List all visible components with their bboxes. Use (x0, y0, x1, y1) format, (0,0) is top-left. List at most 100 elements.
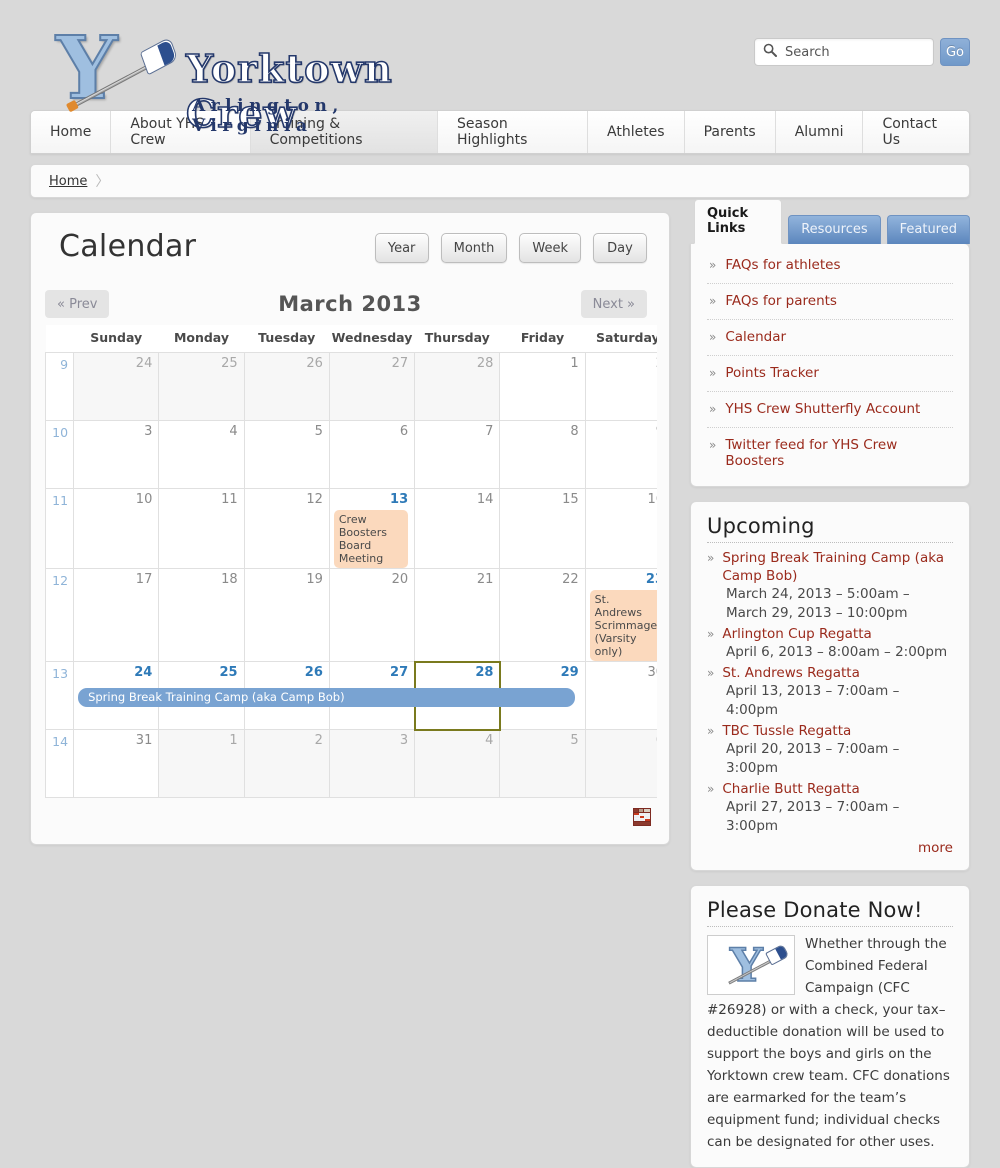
quick-link-label: FAQs for parents (725, 293, 837, 309)
calendar-day-cell[interactable]: 1 (158, 729, 245, 798)
weekday-header-sunday: Sunday (73, 325, 159, 353)
calendar-week-row: 9 24 25 26 27 28 12 (45, 352, 657, 421)
calendar-day-cell[interactable]: 19 (243, 568, 330, 662)
calendar-day-cell[interactable]: 2 (584, 352, 657, 421)
view-week-button[interactable]: Week (519, 233, 581, 263)
search-input[interactable] (783, 43, 925, 61)
weekday-header-friday: Friday (499, 325, 586, 353)
site-logo[interactable]: Y Yorktown Crew Arlington, Virginia (38, 22, 438, 137)
calendar-day-cell[interactable]: 16 (584, 488, 657, 569)
calendar-day-number: 4 (229, 424, 238, 439)
quick-link-calendar[interactable]: » Calendar (707, 320, 953, 356)
nav-item-alumni[interactable]: Alumni (775, 111, 864, 153)
calendar-day-cell[interactable]: 24 Spring Break Training Camp (aka Camp B… (73, 661, 576, 730)
calendar-day-cell[interactable]: 17 (73, 568, 160, 662)
calendar-event[interactable]: Crew Boosters Board Meeting (333, 510, 409, 568)
calendar-day-cell[interactable]: 24 (73, 352, 160, 421)
calendar-day-cell[interactable]: 23 St. Andrews Scrimmage (Varsity only) (584, 568, 657, 662)
tab-featured[interactable]: Featured (886, 215, 970, 244)
calendar-day-cell[interactable]: 18 (158, 568, 245, 662)
chevron-right-icon: » (707, 627, 715, 641)
chevron-right-icon: » (709, 258, 717, 272)
quick-link-label: Calendar (725, 329, 787, 345)
search-box[interactable] (754, 38, 934, 66)
week-number[interactable]: 14 (45, 729, 75, 798)
calendar-day-cell[interactable]: 27 (328, 352, 416, 421)
nav-item-season-highlights[interactable]: Season Highlights (437, 111, 588, 153)
calendar-day-cell[interactable]: 5 (243, 420, 330, 489)
breadcrumb-item-home[interactable]: Home (49, 174, 87, 189)
upcoming-event: » Arlington Cup Regatta April 6, 2013 – 8:… (707, 625, 953, 662)
view-year-button[interactable]: Year (374, 233, 429, 263)
calendar-day-cell[interactable]: 2 (243, 729, 330, 798)
calendar-day-cell[interactable]: 6 (328, 420, 416, 489)
calendar-day-cell[interactable]: 15 (499, 488, 586, 569)
calendar-multiday-event[interactable]: Spring Break Training Camp (aka Camp Bob… (78, 688, 576, 707)
calendar-week-row: 10 3 4 5 6 7 89 (45, 420, 657, 489)
upcoming-event-name[interactable]: Spring Break Training Camp (aka Camp Bob… (722, 549, 953, 585)
upcoming-event-name[interactable]: Charlie Butt Regatta (722, 780, 859, 798)
upcoming-event-name[interactable]: Arlington Cup Regatta (722, 625, 871, 643)
calendar-day-number: 9 (590, 424, 657, 439)
view-day-button[interactable]: Day (593, 233, 647, 263)
calendar-day-cell[interactable]: 14 (414, 488, 501, 569)
week-number[interactable]: 10 (45, 420, 75, 489)
calendar-day-number: 3 (399, 733, 409, 748)
nav-item-parents[interactable]: Parents (684, 111, 776, 153)
search-go-button[interactable]: Go (940, 38, 970, 66)
week-number[interactable]: 9 (45, 352, 75, 421)
calendar-day-cell[interactable]: 25 (158, 352, 245, 421)
calendar-day-cell[interactable]: 28 (414, 352, 501, 421)
calendar-day-cell[interactable]: 7 (414, 420, 501, 489)
calendar-day-cell[interactable]: 9 (584, 420, 657, 489)
ical-export-icon[interactable] (633, 808, 651, 826)
week-number[interactable]: 12 (45, 568, 75, 662)
upcoming-more-link[interactable]: more (707, 840, 953, 856)
nav-item-athletes[interactable]: Athletes (588, 111, 685, 153)
calendar-day-cell[interactable]: 30 (584, 661, 657, 730)
upcoming-event-name[interactable]: St. Andrews Regatta (722, 664, 860, 682)
calendar-day-cell[interactable]: 21 (414, 568, 501, 662)
calendar-day-cell[interactable]: 4 (414, 729, 501, 798)
calendar-day-cell[interactable]: 3 (73, 420, 160, 489)
calendar-grid-viewport: Sunday Monday Tuesday Wednesday Thursday… (45, 325, 657, 798)
quick-link-shutterfly-account[interactable]: » YHS Crew Shutterfly Account (707, 392, 953, 428)
calendar-event[interactable]: St. Andrews Scrimmage (Varsity only) (589, 590, 657, 661)
week-number[interactable]: 11 (45, 488, 75, 569)
view-month-button[interactable]: Month (440, 233, 508, 263)
calendar-day-number: 1 (570, 356, 579, 371)
calendar-day-cell[interactable]: 20 (328, 568, 416, 662)
calendar-month-nav: « Prev March 2013 Next » (45, 283, 655, 325)
page-title: Calendar (59, 229, 197, 264)
calendar-day-cell[interactable]: 5 (499, 729, 586, 798)
calendar-day-number: 5 (314, 424, 323, 439)
chevron-right-icon: » (709, 366, 717, 380)
calendar-week-row: 11 10 11 12 13 Crew Boosters Board Meeting 14 1… (45, 488, 657, 569)
quick-link-faqs-for-athletes[interactable]: » FAQs for athletes (707, 248, 953, 284)
calendar-day-cell[interactable]: 6 (584, 729, 657, 798)
calendar-day-cell[interactable]: 26 (243, 352, 330, 421)
quick-link-faqs-for-parents[interactable]: » FAQs for parents (707, 284, 953, 320)
calendar-day-cell[interactable]: 3 (328, 729, 416, 798)
weekday-header-saturday: Saturday (585, 325, 657, 353)
tab-quick-links[interactable]: Quick Links (694, 199, 783, 244)
tab-resources[interactable]: Resources (788, 215, 881, 244)
quick-link-points-tracker[interactable]: » Points Tracker (707, 356, 953, 392)
calendar-day-cell[interactable]: 22 (499, 568, 586, 662)
calendar-day-cell[interactable]: 11 (158, 488, 245, 569)
donate-heading: Please Donate Now! (707, 898, 923, 922)
week-number[interactable]: 13 (45, 661, 75, 730)
calendar-day-cell[interactable]: 8 (499, 420, 586, 489)
upcoming-event: » TBC Tussle Regatta April 20, 2013 – 7:00… (707, 722, 953, 778)
upcoming-event-name[interactable]: TBC Tussle Regatta (722, 722, 851, 740)
calendar-day-cell[interactable]: 12 (243, 488, 330, 569)
calendar-day-cell[interactable]: 10 (73, 488, 160, 569)
calendar-day-cell[interactable]: 1 (499, 352, 586, 421)
nav-item-contact-us[interactable]: Contact Us (863, 111, 969, 153)
calendar-day-cell[interactable]: 13 Crew Boosters Board Meeting (328, 488, 416, 569)
calendar-day-cell[interactable]: 31 (73, 729, 160, 798)
calendar-day-number: 2 (314, 733, 323, 748)
calendar-day-cell[interactable]: 4 (158, 420, 245, 489)
next-month-button[interactable]: Next » (580, 290, 647, 318)
quick-link-twitter-feed[interactable]: » Twitter feed for YHS Crew Boosters (707, 428, 953, 478)
